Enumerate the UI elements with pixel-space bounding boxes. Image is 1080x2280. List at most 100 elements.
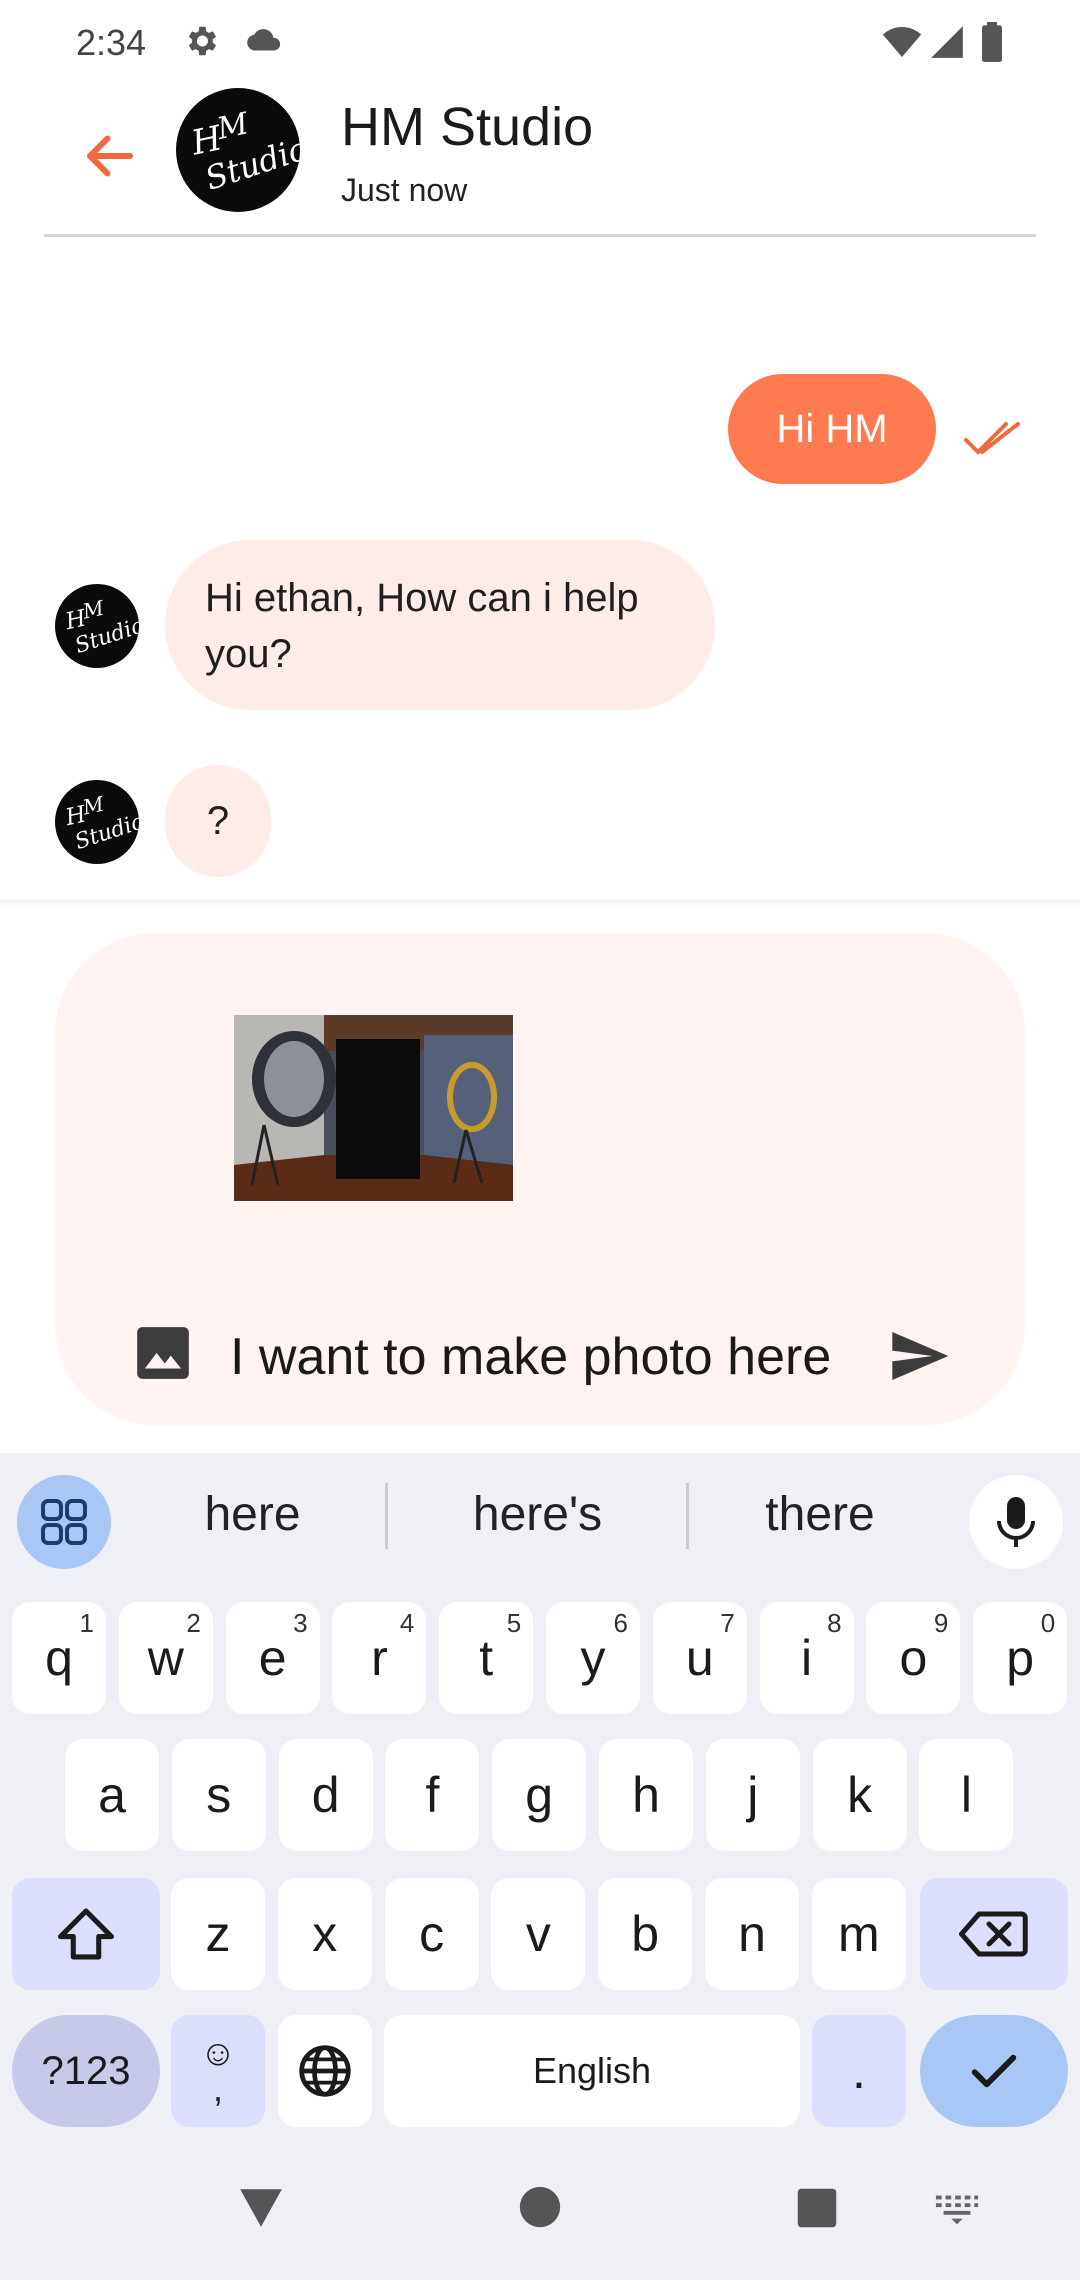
message-input-text: I want to make photo here	[230, 1328, 832, 1386]
key-hint: 3	[293, 1608, 308, 1638]
key-f[interactable]: f	[385, 1739, 480, 1851]
key-hint: 7	[720, 1608, 735, 1638]
status-bar: 2:34	[0, 0, 1080, 86]
globe-icon	[299, 2045, 351, 2097]
key-label: r	[371, 1630, 388, 1686]
key-z[interactable]: z	[171, 1878, 265, 1990]
header-divider	[44, 234, 1036, 237]
status-time: 2:34	[76, 22, 147, 63]
key-y[interactable]: y6	[546, 1602, 640, 1714]
checkmark-icon	[971, 2054, 1017, 2088]
cloud-icon	[247, 29, 281, 51]
key-label: p	[1006, 1630, 1035, 1686]
key-e[interactable]: e3	[225, 1602, 320, 1714]
key-label: t	[479, 1630, 494, 1686]
incoming-message[interactable]: ?	[165, 765, 271, 877]
send-icon[interactable]	[884, 1324, 954, 1388]
key-l[interactable]: l	[919, 1739, 1014, 1851]
key-w[interactable]: w2	[118, 1602, 213, 1714]
keyboard-menu-button[interactable]	[17, 1475, 111, 1569]
incoming-message[interactable]: Hi ethan, How can i help you?	[165, 540, 715, 710]
suggestion-divider	[385, 1483, 388, 1549]
shift-icon	[58, 1908, 114, 1960]
key-label: q	[45, 1630, 73, 1686]
symbols-key[interactable]: ?123	[12, 2015, 160, 2127]
contact-name: HM Studio	[341, 97, 594, 157]
key-a[interactable]: a	[65, 1739, 159, 1851]
key-label: o	[899, 1630, 928, 1686]
back-arrow-icon[interactable]	[80, 126, 140, 186]
key-hint: 4	[399, 1608, 415, 1638]
hm-studio-logo: H M Studio	[62, 792, 139, 855]
suggestion-1[interactable]: here	[150, 1487, 355, 1542]
navigation-bar	[0, 2143, 1080, 2280]
photo-studio-image	[234, 1015, 513, 1201]
key-n[interactable]: n	[705, 1878, 799, 1990]
keyboard-switch-icon[interactable]	[934, 2193, 980, 2225]
key-k[interactable]: k	[812, 1739, 907, 1851]
settings-icon	[188, 26, 217, 56]
key-r[interactable]: r4	[332, 1602, 427, 1714]
hm-studio-logo: H M Studio	[187, 106, 300, 198]
key-label: y	[580, 1630, 606, 1686]
attached-image[interactable]	[234, 1015, 513, 1201]
key-label: i	[801, 1630, 813, 1686]
suggestion-divider	[686, 1483, 689, 1549]
key-c[interactable]: c	[384, 1878, 479, 1990]
nav-recents-icon[interactable]	[796, 2187, 838, 2229]
shift-key[interactable]	[12, 1878, 160, 1990]
outgoing-message[interactable]: Hi HM	[728, 374, 936, 484]
key-d[interactable]: d	[278, 1739, 373, 1851]
battery-icon	[982, 22, 1002, 62]
key-x[interactable]: x	[277, 1878, 372, 1990]
voice-input-button[interactable]	[969, 1475, 1063, 1569]
contact-avatar-small: H M Studio	[55, 584, 139, 668]
comma-label: ,	[212, 2068, 223, 2109]
key-hint: 8	[827, 1608, 842, 1638]
key-o[interactable]: o9	[866, 1602, 961, 1714]
apps-grid-icon	[41, 1499, 87, 1545]
contact-avatar[interactable]: H M Studio	[176, 88, 300, 212]
emoji-comma-key[interactable]: ☺ ,	[171, 2015, 265, 2127]
key-s[interactable]: s	[171, 1739, 266, 1851]
chat-header: H M Studio HM Studio Just now	[0, 86, 1080, 238]
wifi-icon	[882, 27, 922, 57]
key-i[interactable]: i8	[759, 1602, 854, 1714]
emoji-icon: ☺	[199, 2032, 237, 2073]
backspace-key[interactable]	[920, 1878, 1068, 1990]
composer-separator	[0, 900, 1080, 908]
image-picker-icon[interactable]	[132, 1322, 194, 1384]
key-label: u	[685, 1630, 714, 1686]
key-v[interactable]: v	[491, 1878, 586, 1990]
language-key[interactable]	[278, 2015, 372, 2127]
key-m[interactable]: m	[811, 1878, 906, 1990]
nav-back-icon[interactable]	[236, 2185, 286, 2231]
contact-avatar-small: H M Studio	[55, 780, 139, 864]
backspace-icon	[959, 1911, 1028, 1957]
key-hint: 5	[506, 1608, 522, 1638]
key-label: w	[147, 1630, 184, 1686]
key-u[interactable]: u7	[652, 1602, 747, 1714]
key-h[interactable]: h	[599, 1739, 693, 1851]
key-hint: 1	[79, 1608, 94, 1638]
nav-home-icon[interactable]	[518, 2185, 562, 2229]
key-p[interactable]: p0	[973, 1602, 1068, 1714]
message-input[interactable]: I want to make photo here	[230, 1327, 850, 1397]
hm-studio-logo: H M Studio	[62, 596, 139, 659]
microphone-icon	[997, 1497, 1035, 1547]
signal-icon	[931, 26, 963, 58]
suggestion-3[interactable]: there	[715, 1487, 925, 1542]
key-label: e	[258, 1630, 287, 1686]
enter-key[interactable]	[920, 2015, 1068, 2127]
space-key[interactable]: English	[384, 2015, 800, 2127]
key-g[interactable]: g	[492, 1739, 587, 1851]
key-q[interactable]: q1	[12, 1602, 106, 1714]
key-hint: 0	[1040, 1608, 1056, 1638]
period-key[interactable]: .	[812, 2015, 906, 2127]
key-j[interactable]: j	[705, 1739, 800, 1851]
key-t[interactable]: t5	[439, 1602, 534, 1714]
suggestion-2[interactable]: here's	[420, 1487, 655, 1542]
key-hint: 9	[933, 1608, 949, 1638]
last-seen: Just now	[341, 172, 468, 208]
key-b[interactable]: b	[598, 1878, 693, 1990]
